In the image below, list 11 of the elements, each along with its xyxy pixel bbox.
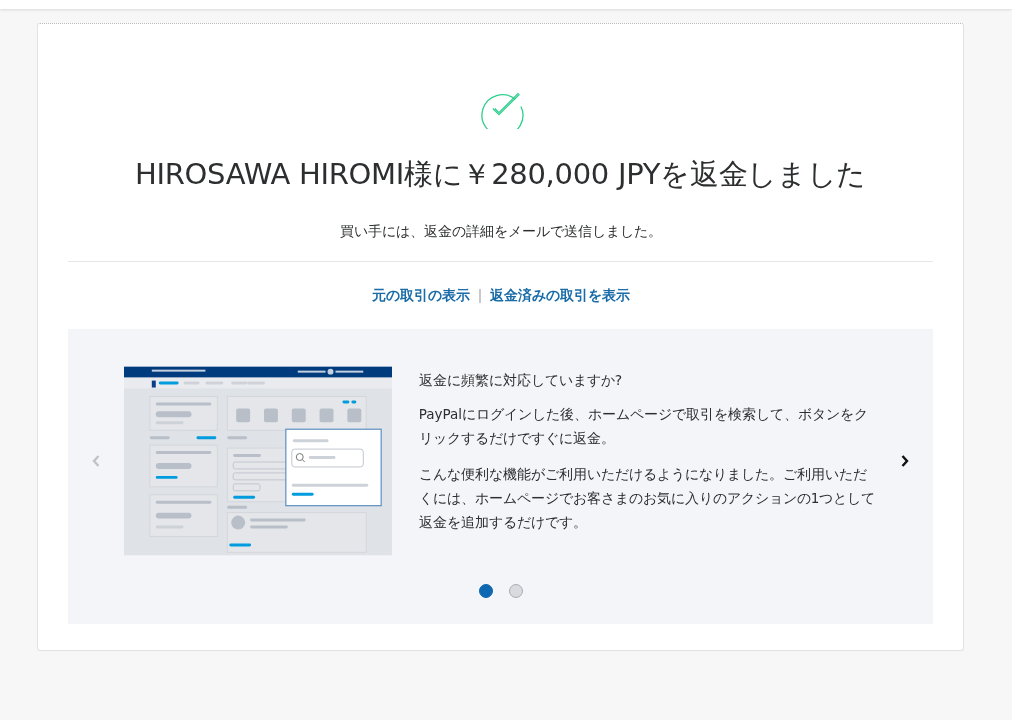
carousel-dot[interactable] [508, 584, 523, 598]
carousel-dot[interactable] [478, 584, 493, 598]
promo-title: 返金に頻繁に対応していますか? [418, 372, 624, 390]
chevron-right-icon [901, 455, 910, 467]
refund-title: HIROSAWA HIROMI様に￥280,000 JPYを返金しました [134, 156, 867, 193]
transaction-link[interactable]: 返金済みの取引を表示 [489, 287, 630, 305]
chevron-left-icon [91, 455, 100, 467]
email-notice: 買い手には、返金の詳細をメールで送信しました。 [339, 223, 662, 241]
promo-paragraph: PayPalにログインした後、ホームページで取引を検索して、ボタンをクリックするだけですぐに返金。 [418, 405, 870, 448]
promo-paragraph: こんな便利な機能がご利用いただけるようになりました。ご利用いただくには、ホームページでお客さまのお気に入りのアクションの1つとして返金を追加するだけです。 [418, 465, 877, 532]
transaction-link[interactable]: 元の取引の表示 [371, 287, 470, 305]
